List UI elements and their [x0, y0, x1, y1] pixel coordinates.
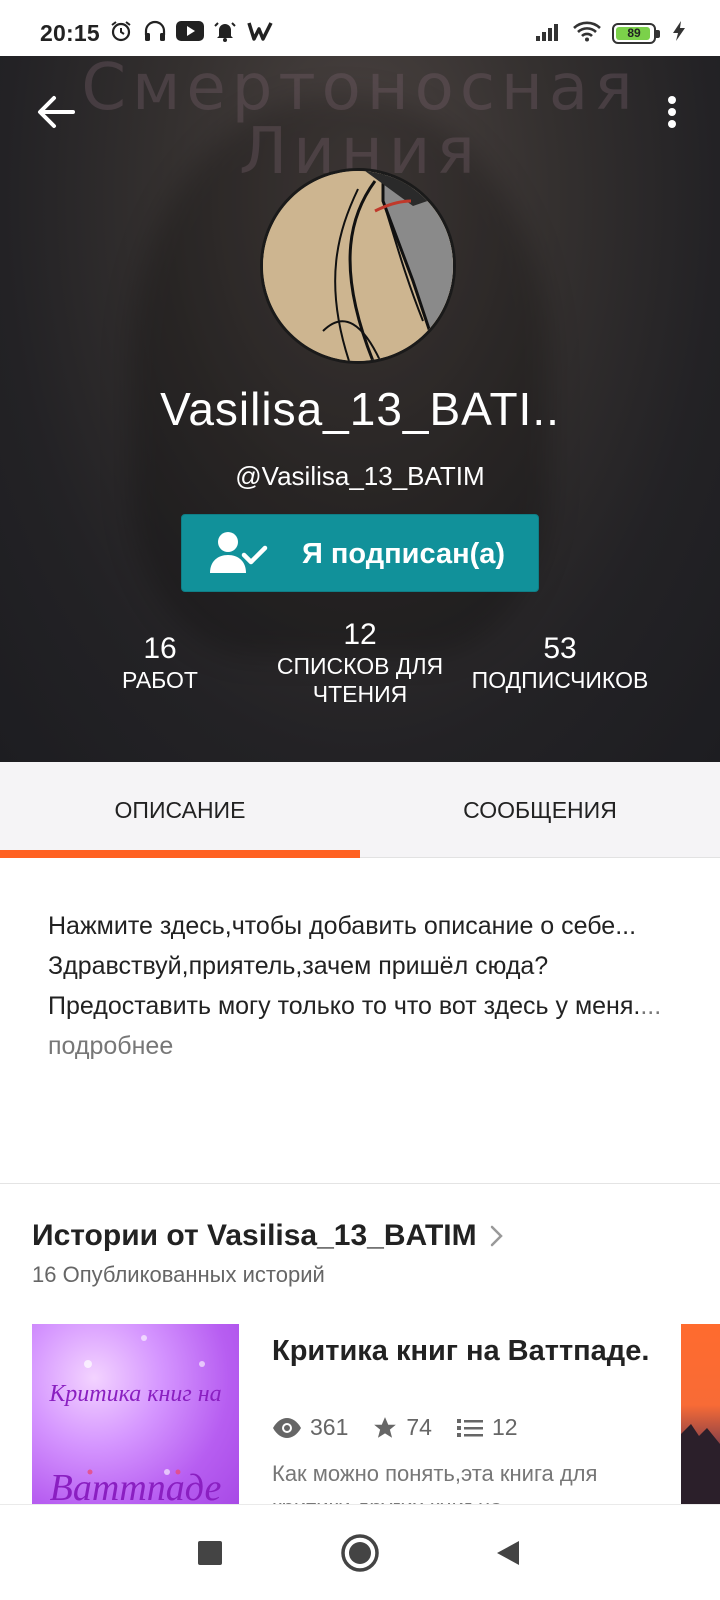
circle-icon [341, 1534, 379, 1572]
star-icon [374, 1416, 397, 1438]
battery-level: 89 [627, 26, 641, 40]
square-icon [198, 1541, 222, 1565]
stat-works[interactable]: 16 РАБОТ [80, 632, 240, 694]
stories-count: 16 Опубликованных историй [32, 1262, 325, 1287]
back-nav-button[interactable] [484, 1529, 532, 1577]
section-divider [0, 1183, 720, 1184]
background-text: Смертоносная Линия [81, 56, 639, 189]
alarm-icon [108, 18, 134, 44]
home-button[interactable] [336, 1529, 384, 1577]
charging-icon [670, 18, 688, 44]
stat-followers[interactable]: 53 ПОДПИСЧИКОВ [465, 632, 655, 694]
description-text: Нажмите здесь,чтобы добавить описание о … [48, 912, 641, 1020]
more-vertical-icon [668, 96, 676, 128]
profile-header: Смертоносная Линия Vasilisa_13_BATI.. @V… [0, 56, 720, 762]
story-description: Как можно понять,эта книга для критики д… [272, 1461, 598, 1509]
parts-stat: 12 [456, 1414, 518, 1441]
story-cover[interactable]: Критика книг на Ваттпаде [32, 1324, 239, 1504]
stat-reading-lists[interactable]: 12 СПИСКОВ ДЛЯ ЧТЕНИЯ [265, 618, 455, 708]
stories-section-title[interactable]: Истории от Vasilisa_13_BATIM [32, 1219, 503, 1253]
parts-count: 12 [491, 1414, 518, 1440]
alarm-bell-icon [212, 18, 238, 44]
profile-description[interactable]: Нажмите здесь,чтобы добавить описание о … [48, 906, 672, 1066]
list-icon [456, 1418, 483, 1437]
battery-icon: 89 [612, 23, 660, 44]
stat-reading-lists-count: 12 [343, 618, 377, 651]
back-button[interactable] [34, 90, 78, 134]
stories-title-text: Истории от Vasilisa_13_BATIM [32, 1219, 477, 1252]
stat-works-label: РАБОТ [122, 667, 198, 693]
active-tab-indicator [0, 850, 360, 858]
stat-followers-count: 53 [543, 632, 577, 665]
story-stats: 361 74 12 [272, 1414, 542, 1441]
tab-messages[interactable]: СООБЩЕНИЯ [360, 762, 720, 858]
views-stat: 361 [272, 1414, 348, 1441]
user-handle: @Vasilisa_13_BATIM [235, 461, 485, 491]
votes-stat: 74 [372, 1414, 432, 1441]
eye-icon [273, 1417, 301, 1438]
votes-count: 74 [406, 1414, 432, 1440]
stat-reading-lists-label: СПИСКОВ ДЛЯ ЧТЕНИЯ [276, 653, 444, 707]
wattpad-icon [246, 18, 276, 44]
profile-tabs: ОПИСАНИЕ СООБЩЕНИЯ [0, 762, 720, 858]
recents-button[interactable] [186, 1529, 234, 1577]
next-story-cover[interactable] [681, 1324, 720, 1504]
avatar[interactable] [260, 168, 456, 364]
youtube-icon [176, 18, 204, 44]
status-time: 20:15 [40, 20, 100, 46]
following-button[interactable]: Я подписан(а) [181, 514, 539, 592]
headphones-icon [142, 18, 168, 44]
arrow-left-icon [38, 96, 75, 128]
next-cover-art [681, 1424, 720, 1504]
story-title[interactable]: Критика книг на Ваттпаде. [272, 1331, 652, 1371]
views-count: 361 [310, 1414, 349, 1440]
status-bar: 20:15 89 [0, 0, 720, 56]
cover-title-large: Ваттпаде [49, 1467, 222, 1504]
more-options-button[interactable] [656, 90, 688, 134]
following-button-label: Я подписан(а) [302, 538, 506, 570]
cover-title: Критика книг на [49, 1381, 222, 1407]
stat-works-count: 16 [143, 632, 177, 665]
tab-description[interactable]: ОПИСАНИЕ [0, 762, 360, 858]
wifi-icon [571, 18, 603, 44]
system-nav-bar [0, 1504, 720, 1600]
user-check-icon [210, 532, 268, 573]
stat-followers-label: ПОДПИСЧИКОВ [471, 667, 649, 693]
display-name: Vasilisa_13_BATI.. [160, 383, 560, 435]
signal-icon [534, 18, 564, 44]
triangle-back-icon [497, 1541, 519, 1565]
avatar-image [263, 171, 453, 361]
chevron-right-icon [489, 1224, 503, 1248]
